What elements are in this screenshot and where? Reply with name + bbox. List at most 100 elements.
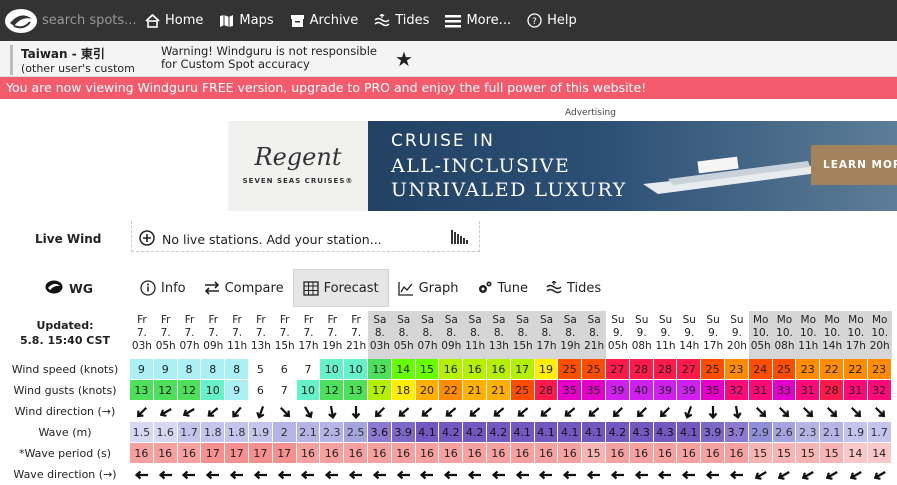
nav-maps[interactable]: Maps xyxy=(211,0,281,41)
wind-speed-cell: 25 xyxy=(701,359,725,380)
wind-gust-cell: 6 xyxy=(249,380,273,401)
wind-direction-cell xyxy=(154,401,178,422)
wind-direction-cell xyxy=(439,401,463,422)
wave-period-cell: 16 xyxy=(725,443,749,464)
wave-arrow-icon xyxy=(491,470,505,479)
forecast-column: Fr 7. 07h 8 12 1.7 16 xyxy=(177,311,202,485)
spot-name[interactable]: Taiwan - 東引 xyxy=(21,45,160,62)
wind-arrow-icon xyxy=(612,406,623,417)
wave-period-cell: 16 xyxy=(177,443,202,464)
tab-compare[interactable]: Compare xyxy=(195,269,293,307)
wind-speed-cell: 25 xyxy=(582,359,606,380)
live-stations-text[interactable]: No live stations. Add your station... xyxy=(162,232,382,247)
tides-icon xyxy=(374,13,395,28)
tab-graph[interactable]: Graph xyxy=(389,269,468,307)
model-label[interactable]: WG xyxy=(45,280,93,297)
header-time: 11h xyxy=(655,340,676,352)
nav-archive[interactable]: Archive xyxy=(282,0,367,41)
header-day: Mo xyxy=(824,314,840,326)
header-time: 17h xyxy=(845,340,866,352)
wave-direction-cell xyxy=(677,464,701,485)
header-date: 7. xyxy=(136,327,147,339)
wave-arrow-icon xyxy=(253,470,267,479)
add-circle-icon[interactable] xyxy=(139,230,155,250)
wind-arrow-icon xyxy=(183,407,196,417)
wave-period-cell: 16 xyxy=(606,443,630,464)
forecast-column: Su 9. 08h 28 40 4.3 16 xyxy=(629,311,654,485)
forecast-column: Su 9. 14h 27 39 4.1 16 xyxy=(677,311,702,485)
wind-arrow-icon xyxy=(232,406,242,417)
header-time: 11h xyxy=(465,340,486,352)
forecast-column: Mo 10. 11h 23 31 2.3 15 xyxy=(796,311,821,485)
wind-direction-cell xyxy=(487,401,511,422)
model-name: WG xyxy=(69,281,94,296)
forecast-column: Fr 7. 17h 7 10 2.1 16 xyxy=(296,311,321,485)
row-label: *Wave period (s) xyxy=(18,447,112,460)
wind-direction-cell xyxy=(701,401,725,422)
wave-period-cell: 16 xyxy=(653,443,678,464)
nav-home[interactable]: Home xyxy=(137,0,211,41)
wind-direction-cell xyxy=(130,401,154,422)
tab-info[interactable]: Info xyxy=(131,269,195,307)
wind-speed-cell: 15 xyxy=(415,359,440,380)
wave-arrow-icon xyxy=(563,470,577,479)
column-header: Fr 7. 11h xyxy=(225,311,249,359)
wind-speed-cell: 23 xyxy=(867,359,892,380)
wind-gust-cell: 28 xyxy=(534,380,559,401)
wind-arrow-icon xyxy=(684,405,693,419)
column-header: Mo 10. 20h xyxy=(867,311,892,359)
wave-direction-cell xyxy=(535,464,559,485)
wind-speed-cell: 8 xyxy=(201,359,226,380)
wind-gust-cell: 13 xyxy=(130,380,154,401)
signal-bars-icon xyxy=(451,229,469,248)
windguru-logo-icon[interactable] xyxy=(0,0,42,41)
wind-direction-cell xyxy=(677,401,701,422)
advertisement-banner[interactable]: Regent SEVEN SEAS CRUISES® CRUISE IN ALL… xyxy=(228,121,897,211)
column-header: Su 9. 20h xyxy=(725,311,749,359)
nav-tides[interactable]: Tides xyxy=(366,0,437,41)
forecast-column: Sa 8. 05h 14 18 3.9 16 xyxy=(391,311,416,485)
header-date: 7. xyxy=(232,327,243,339)
table-icon xyxy=(302,280,324,296)
column-header: Mo 10. 05h xyxy=(748,311,773,359)
ad-learn-more-button[interactable]: LEARN MORE xyxy=(811,145,897,185)
wave-period-cell: 14 xyxy=(867,443,892,464)
header-day: Fr xyxy=(279,314,290,326)
wind-gust-cell: 28 xyxy=(820,380,844,401)
wind-speed-cell: 27 xyxy=(606,359,630,380)
wave-height-cell: 1.9 xyxy=(844,422,868,443)
header-time: 19h xyxy=(560,340,581,352)
search-input[interactable]: search spots... xyxy=(42,13,137,28)
wave-arrow-icon xyxy=(134,470,148,479)
wind-arrow-icon xyxy=(779,406,790,417)
column-header: Sa 8. 07h xyxy=(415,311,440,359)
favorite-star-icon[interactable]: ★ xyxy=(395,47,413,71)
header-date: 10. xyxy=(823,327,841,339)
wind-gust-cell: 31 xyxy=(748,380,773,401)
tab-label: Forecast xyxy=(323,280,379,296)
header-time: 05h xyxy=(607,340,628,352)
wind-arrow-icon xyxy=(469,406,481,417)
wave-height-cell: 2.1 xyxy=(820,422,844,443)
wave-height-cell: 1.7 xyxy=(867,422,892,443)
forecast-column: Sa 8. 19h 25 35 4.1 16 xyxy=(558,311,583,485)
wave-period-cell: 17 xyxy=(249,443,273,464)
wave-height-cell: 4.2 xyxy=(439,422,464,443)
header-date: 9. xyxy=(684,327,695,339)
header-time: 07h xyxy=(417,340,438,352)
wind-speed-cell: 8 xyxy=(177,359,202,380)
nav-help[interactable]: ? Help xyxy=(519,0,585,41)
tab-forecast[interactable]: Forecast xyxy=(292,269,389,307)
header-day: Fr xyxy=(351,314,361,326)
wave-period-cell: 16 xyxy=(534,443,559,464)
wind-direction-cell xyxy=(463,401,487,422)
nav-more[interactable]: More... xyxy=(437,0,519,41)
tab-tune[interactable]: Tune xyxy=(468,269,537,307)
live-stations-box[interactable]: No live stations. Add your station... xyxy=(131,221,480,252)
wind-direction-cell xyxy=(796,401,820,422)
pro-upgrade-banner[interactable]: You are now viewing Windguru FREE versio… xyxy=(0,77,897,99)
forecast-row-labels: Wind speed (knots) Wind gusts (knots) Wind… xyxy=(0,359,130,485)
wind-direction-cell xyxy=(297,401,321,422)
header-date: 8. xyxy=(541,327,552,339)
tab-tides[interactable]: Tides xyxy=(537,269,610,307)
